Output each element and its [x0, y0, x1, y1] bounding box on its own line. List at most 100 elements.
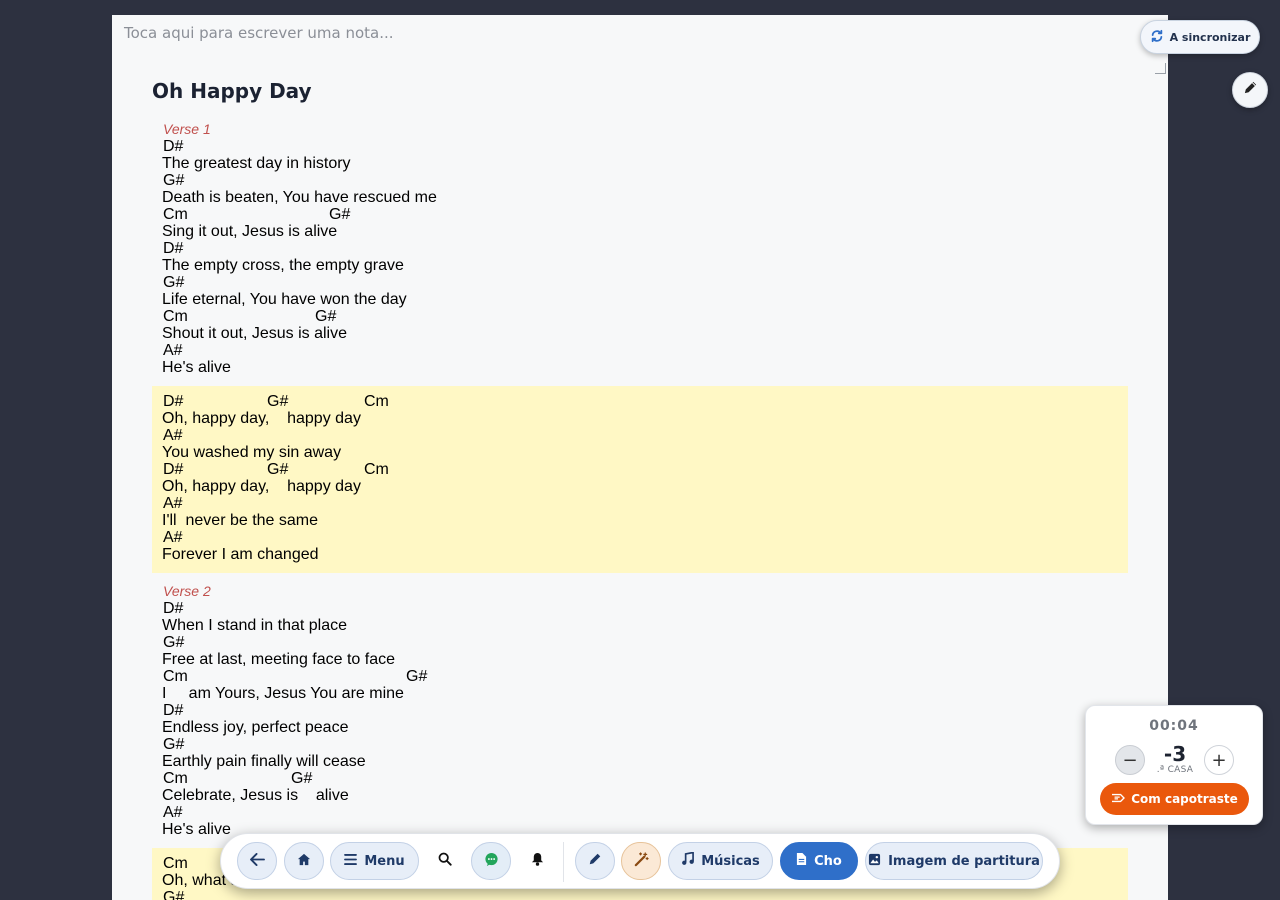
- song-line: D# G# Cm Oh, happy day, happy day: [162, 393, 1118, 427]
- capo-unit: .ª CASA: [1156, 765, 1194, 775]
- sheet-image-button[interactable]: Imagem de partitura: [865, 842, 1043, 880]
- chord: Cm: [163, 308, 188, 325]
- lyric-line: When I stand in that place: [162, 617, 347, 634]
- sheet-image-label: Imagem de partitura: [888, 853, 1040, 869]
- chord: Cm: [364, 461, 389, 478]
- songs-button[interactable]: Músicas: [668, 842, 773, 880]
- song-body: Verse 1 D# The greatest day in history G# De…: [152, 121, 1128, 900]
- verse-block: Verse 2 D# When I stand in that place G# Fre…: [152, 583, 1128, 846]
- song-line: G# Life eternal, You have won the day: [162, 274, 1118, 308]
- song-line: A# He's alive: [162, 342, 1118, 376]
- chord: G#: [315, 308, 337, 325]
- songs-label: Músicas: [701, 853, 760, 869]
- song-line: D# When I stand in that place: [162, 600, 1118, 634]
- capo-toggle-button[interactable]: Com capotraste: [1100, 783, 1249, 815]
- lyric-line: Forever I am changed: [162, 546, 319, 563]
- song-line: Cm G# I am Yours, Jesus You are mine: [162, 668, 1118, 702]
- song-line: G# Earthly pain finally will cease: [162, 736, 1118, 770]
- chord: G#: [163, 274, 185, 291]
- edit-tool-button[interactable]: [575, 842, 615, 880]
- chord: D#: [163, 461, 184, 478]
- chord: G#: [267, 461, 289, 478]
- chord: G#: [291, 770, 313, 787]
- song-line: A# You washed my sin away: [162, 427, 1118, 461]
- lyric-line: He's alive: [162, 359, 231, 376]
- sync-status-button[interactable]: A sincronizar: [1140, 20, 1260, 54]
- lyric-line: Earthly pain finally will cease: [162, 753, 366, 770]
- chorus-block: D# G# Cm Oh, happy day, happy day A# You wash…: [152, 386, 1128, 573]
- timer: 00:04: [1149, 718, 1199, 734]
- song-line: G#: [162, 889, 1118, 900]
- image-icon: [868, 853, 881, 870]
- chat-bubble-icon: [484, 852, 499, 871]
- music-note-icon: [681, 851, 695, 870]
- chord: G#: [329, 206, 351, 223]
- song-line: A# Forever I am changed: [162, 529, 1118, 563]
- cho-label: Cho: [814, 853, 842, 869]
- chord: Cm: [163, 668, 188, 685]
- menu-icon: [344, 853, 358, 869]
- search-icon: [438, 852, 452, 870]
- song-line: G# Death is beaten, You have rescued me: [162, 172, 1118, 206]
- note-input[interactable]: Toca aqui para escrever uma nota...: [112, 15, 1168, 75]
- cho-tab-button[interactable]: Cho: [780, 842, 858, 880]
- document-icon: [796, 852, 807, 870]
- lyric-line: I'll never be the same: [162, 512, 319, 529]
- lyric-line: Endless joy, perfect peace: [162, 719, 349, 736]
- home-icon: [297, 853, 311, 870]
- chord: G#: [163, 172, 185, 189]
- chord: D#: [163, 138, 184, 155]
- song-line: D# G# Cm Oh, happy day, happy day: [162, 461, 1118, 495]
- chord: A#: [163, 342, 183, 359]
- lyric-line: The empty cross, the empty grave: [162, 257, 404, 274]
- lyric-line: He's alive: [162, 821, 231, 838]
- song-title: Oh Happy Day: [152, 79, 312, 103]
- toolbar-divider: [563, 842, 564, 882]
- section-label: Verse 2: [163, 583, 211, 599]
- lyric-line: Life eternal, You have won the day: [162, 291, 407, 308]
- notifications-button[interactable]: [517, 842, 557, 880]
- chord: G#: [267, 393, 289, 410]
- chord: D#: [163, 600, 184, 617]
- capo-increase-button[interactable]: +: [1204, 745, 1234, 775]
- capo-panel: 00:04 − -3 .ª CASA + Com capotraste: [1085, 705, 1263, 825]
- song-line: Cm G# Celebrate, Jesus is alive: [162, 770, 1118, 804]
- lyric-line: I am Yours, Jesus You are mine: [162, 685, 404, 702]
- lyric-line: Shout it out, Jesus is alive: [162, 325, 347, 342]
- song-sheet: Toca aqui para escrever uma nota... Oh H…: [112, 15, 1168, 900]
- lyric-line: The greatest day in history: [162, 155, 351, 172]
- chord: D#: [163, 240, 184, 257]
- chord: A#: [163, 495, 183, 512]
- song-line: D# The empty cross, the empty grave: [162, 240, 1118, 274]
- lyric-line: Oh, happy day, happy day: [162, 410, 361, 427]
- bottom-toolbar: Menu Músicas Cho Imagem de partitura: [220, 833, 1060, 889]
- home-button[interactable]: [284, 842, 324, 880]
- lyric-line: Sing it out, Jesus is alive: [162, 223, 338, 240]
- magic-tool-button[interactable]: [621, 842, 661, 880]
- search-button[interactable]: [425, 842, 465, 880]
- menu-button[interactable]: Menu: [330, 842, 419, 880]
- chord: G#: [406, 668, 428, 685]
- song-line: G# Free at last, meeting face to face: [162, 634, 1118, 668]
- chord: D#: [163, 702, 184, 719]
- sync-label: A sincronizar: [1169, 30, 1251, 44]
- chat-button[interactable]: [471, 842, 511, 880]
- song-line: A# I'll never be the same: [162, 495, 1118, 529]
- edit-button[interactable]: [1232, 72, 1268, 108]
- pencil-icon: [1243, 80, 1258, 100]
- resize-handle[interactable]: [1155, 63, 1166, 74]
- chord: A#: [163, 804, 183, 821]
- lyric-line: Celebrate, Jesus is alive: [162, 787, 349, 804]
- capo-button-label: Com capotraste: [1131, 792, 1238, 806]
- song-line: D# The greatest day in history: [162, 138, 1118, 172]
- lyric-line: Oh, happy day, happy day: [162, 478, 361, 495]
- song-line: Cm G# Shout it out, Jesus is alive: [162, 308, 1118, 342]
- back-button[interactable]: [237, 842, 277, 880]
- chord: A#: [163, 529, 183, 546]
- chord: Cm: [163, 770, 188, 787]
- chord: G#: [163, 889, 185, 900]
- chord: G#: [163, 736, 185, 753]
- chord: Cm: [163, 855, 188, 872]
- chord: Cm: [163, 206, 188, 223]
- lyric-line: You washed my sin away: [162, 444, 342, 461]
